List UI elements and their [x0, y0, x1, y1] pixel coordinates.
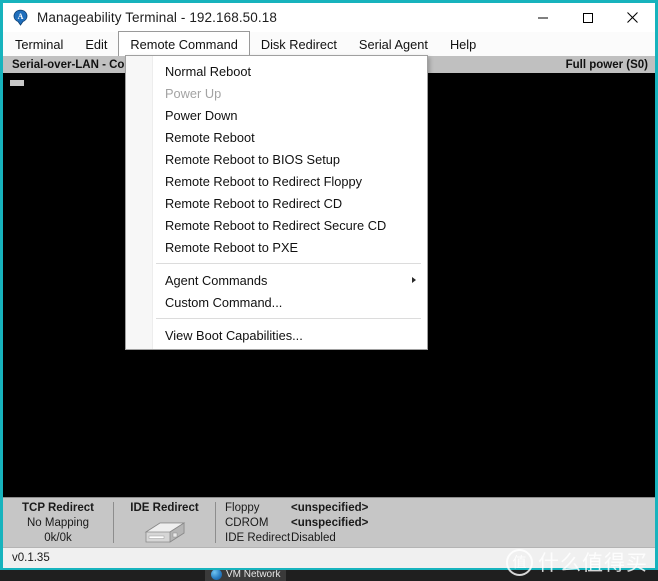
version-bar: v0.1.35 [3, 547, 655, 568]
manageability-terminal-window: A Manageability Terminal - 192.168.50.18 [0, 0, 658, 570]
ide-redirect-panel: IDE Redirect [114, 498, 215, 547]
redirect-value-floppy: <unspecified> [291, 501, 368, 516]
menu-remote-command[interactable]: Remote Command [118, 31, 249, 56]
status-panel: TCP Redirect No Mapping 0k/0k IDE Redire… [3, 497, 655, 547]
sol-connection-label: Serial-over-LAN - Co [12, 59, 124, 71]
redirect-key-ide: IDE Redirect [225, 531, 291, 546]
menu-item-power-up: Power Up [126, 82, 427, 104]
menu-item-label: Remote Reboot to Redirect CD [165, 196, 342, 211]
menu-item-remote-reboot-redirect-floppy[interactable]: Remote Reboot to Redirect Floppy [126, 170, 427, 192]
tcp-redirect-throughput: 0k/0k [44, 531, 72, 546]
desktop-background: VM Network A Manageability Terminal - 19… [0, 0, 658, 581]
minimize-button[interactable] [520, 3, 565, 32]
menu-disk-redirect[interactable]: Disk Redirect [250, 32, 348, 56]
menu-item-label: Power Up [165, 86, 221, 101]
menu-serial-agent-label: Serial Agent [359, 37, 428, 52]
window-title: Manageability Terminal - 192.168.50.18 [37, 10, 277, 25]
window-controls [520, 3, 655, 32]
menu-item-remote-reboot-pxe[interactable]: Remote Reboot to PXE [126, 236, 427, 258]
menu-item-label: Remote Reboot [165, 130, 255, 145]
amt-logo-icon: A [12, 9, 29, 26]
svg-text:A: A [18, 12, 24, 21]
disk-drive-icon [142, 520, 188, 549]
title-bar[interactable]: A Manageability Terminal - 192.168.50.18 [3, 3, 655, 32]
menu-bar: Terminal Edit Remote Command Disk Redire… [3, 32, 655, 56]
menu-terminal-label: Terminal [15, 37, 63, 52]
redirect-key-cdrom: CDROM [225, 516, 291, 531]
menu-edit[interactable]: Edit [74, 32, 118, 56]
menu-terminal[interactable]: Terminal [3, 32, 74, 56]
globe-icon [211, 569, 222, 580]
terminal-scrollbar[interactable] [650, 73, 655, 497]
tcp-redirect-panel: TCP Redirect No Mapping 0k/0k [3, 498, 113, 547]
taskbar-item-label: VM Network [226, 569, 280, 580]
redirect-key-floppy: Floppy [225, 501, 291, 516]
remote-command-dropdown: Normal Reboot Power Up Power Down Remote… [125, 55, 428, 350]
redirect-row-cdrom: CDROM <unspecified> [225, 516, 368, 531]
menu-item-agent-commands[interactable]: Agent Commands [126, 269, 427, 291]
menu-item-label: Remote Reboot to BIOS Setup [165, 152, 340, 167]
ide-redirect-title: IDE Redirect [130, 501, 198, 516]
menu-item-label: Power Down [165, 108, 238, 123]
menu-disk-redirect-label: Disk Redirect [261, 37, 337, 52]
menu-separator-2 [156, 318, 421, 319]
menu-item-remote-reboot-redirect-cd[interactable]: Remote Reboot to Redirect CD [126, 192, 427, 214]
menu-item-custom-command[interactable]: Custom Command... [126, 291, 427, 313]
menu-item-remote-reboot-bios-setup[interactable]: Remote Reboot to BIOS Setup [126, 148, 427, 170]
menu-item-label: Remote Reboot to Redirect Secure CD [165, 218, 386, 233]
menu-item-normal-reboot[interactable]: Normal Reboot [126, 60, 427, 82]
maximize-button[interactable] [565, 3, 610, 32]
terminal-cursor [10, 80, 24, 86]
version-label: v0.1.35 [12, 552, 50, 564]
tcp-redirect-title: TCP Redirect [22, 501, 94, 516]
menu-item-label: Agent Commands [165, 273, 267, 288]
menu-edit-label: Edit [85, 37, 107, 52]
redirect-value-ide: Disabled [291, 531, 336, 546]
redirect-row-floppy: Floppy <unspecified> [225, 501, 368, 516]
menu-item-label: View Boot Capabilities... [165, 328, 303, 343]
menu-help[interactable]: Help [439, 32, 487, 56]
power-state-label: Full power (S0) [566, 59, 650, 71]
menu-help-label: Help [450, 37, 476, 52]
menu-item-label: Remote Reboot to PXE [165, 240, 298, 255]
menu-separator-1 [156, 263, 421, 264]
menu-serial-agent[interactable]: Serial Agent [348, 32, 439, 56]
close-button[interactable] [610, 3, 655, 32]
submenu-arrow-icon [412, 277, 416, 283]
menu-item-power-down[interactable]: Power Down [126, 104, 427, 126]
menu-item-remote-reboot[interactable]: Remote Reboot [126, 126, 427, 148]
redirect-value-cdrom: <unspecified> [291, 516, 368, 531]
menu-remote-command-label: Remote Command [130, 37, 237, 52]
menu-item-label: Normal Reboot [165, 64, 251, 79]
tcp-redirect-state: No Mapping [27, 516, 89, 531]
redirect-row-ide: IDE Redirect Disabled [225, 531, 336, 546]
menu-item-label: Custom Command... [165, 295, 282, 310]
redirect-details-panel: Floppy <unspecified> CDROM <unspecified>… [216, 498, 655, 547]
menu-item-remote-reboot-redirect-secure-cd[interactable]: Remote Reboot to Redirect Secure CD [126, 214, 427, 236]
menu-item-view-boot-capabilities[interactable]: View Boot Capabilities... [126, 324, 427, 346]
menu-item-label: Remote Reboot to Redirect Floppy [165, 174, 362, 189]
